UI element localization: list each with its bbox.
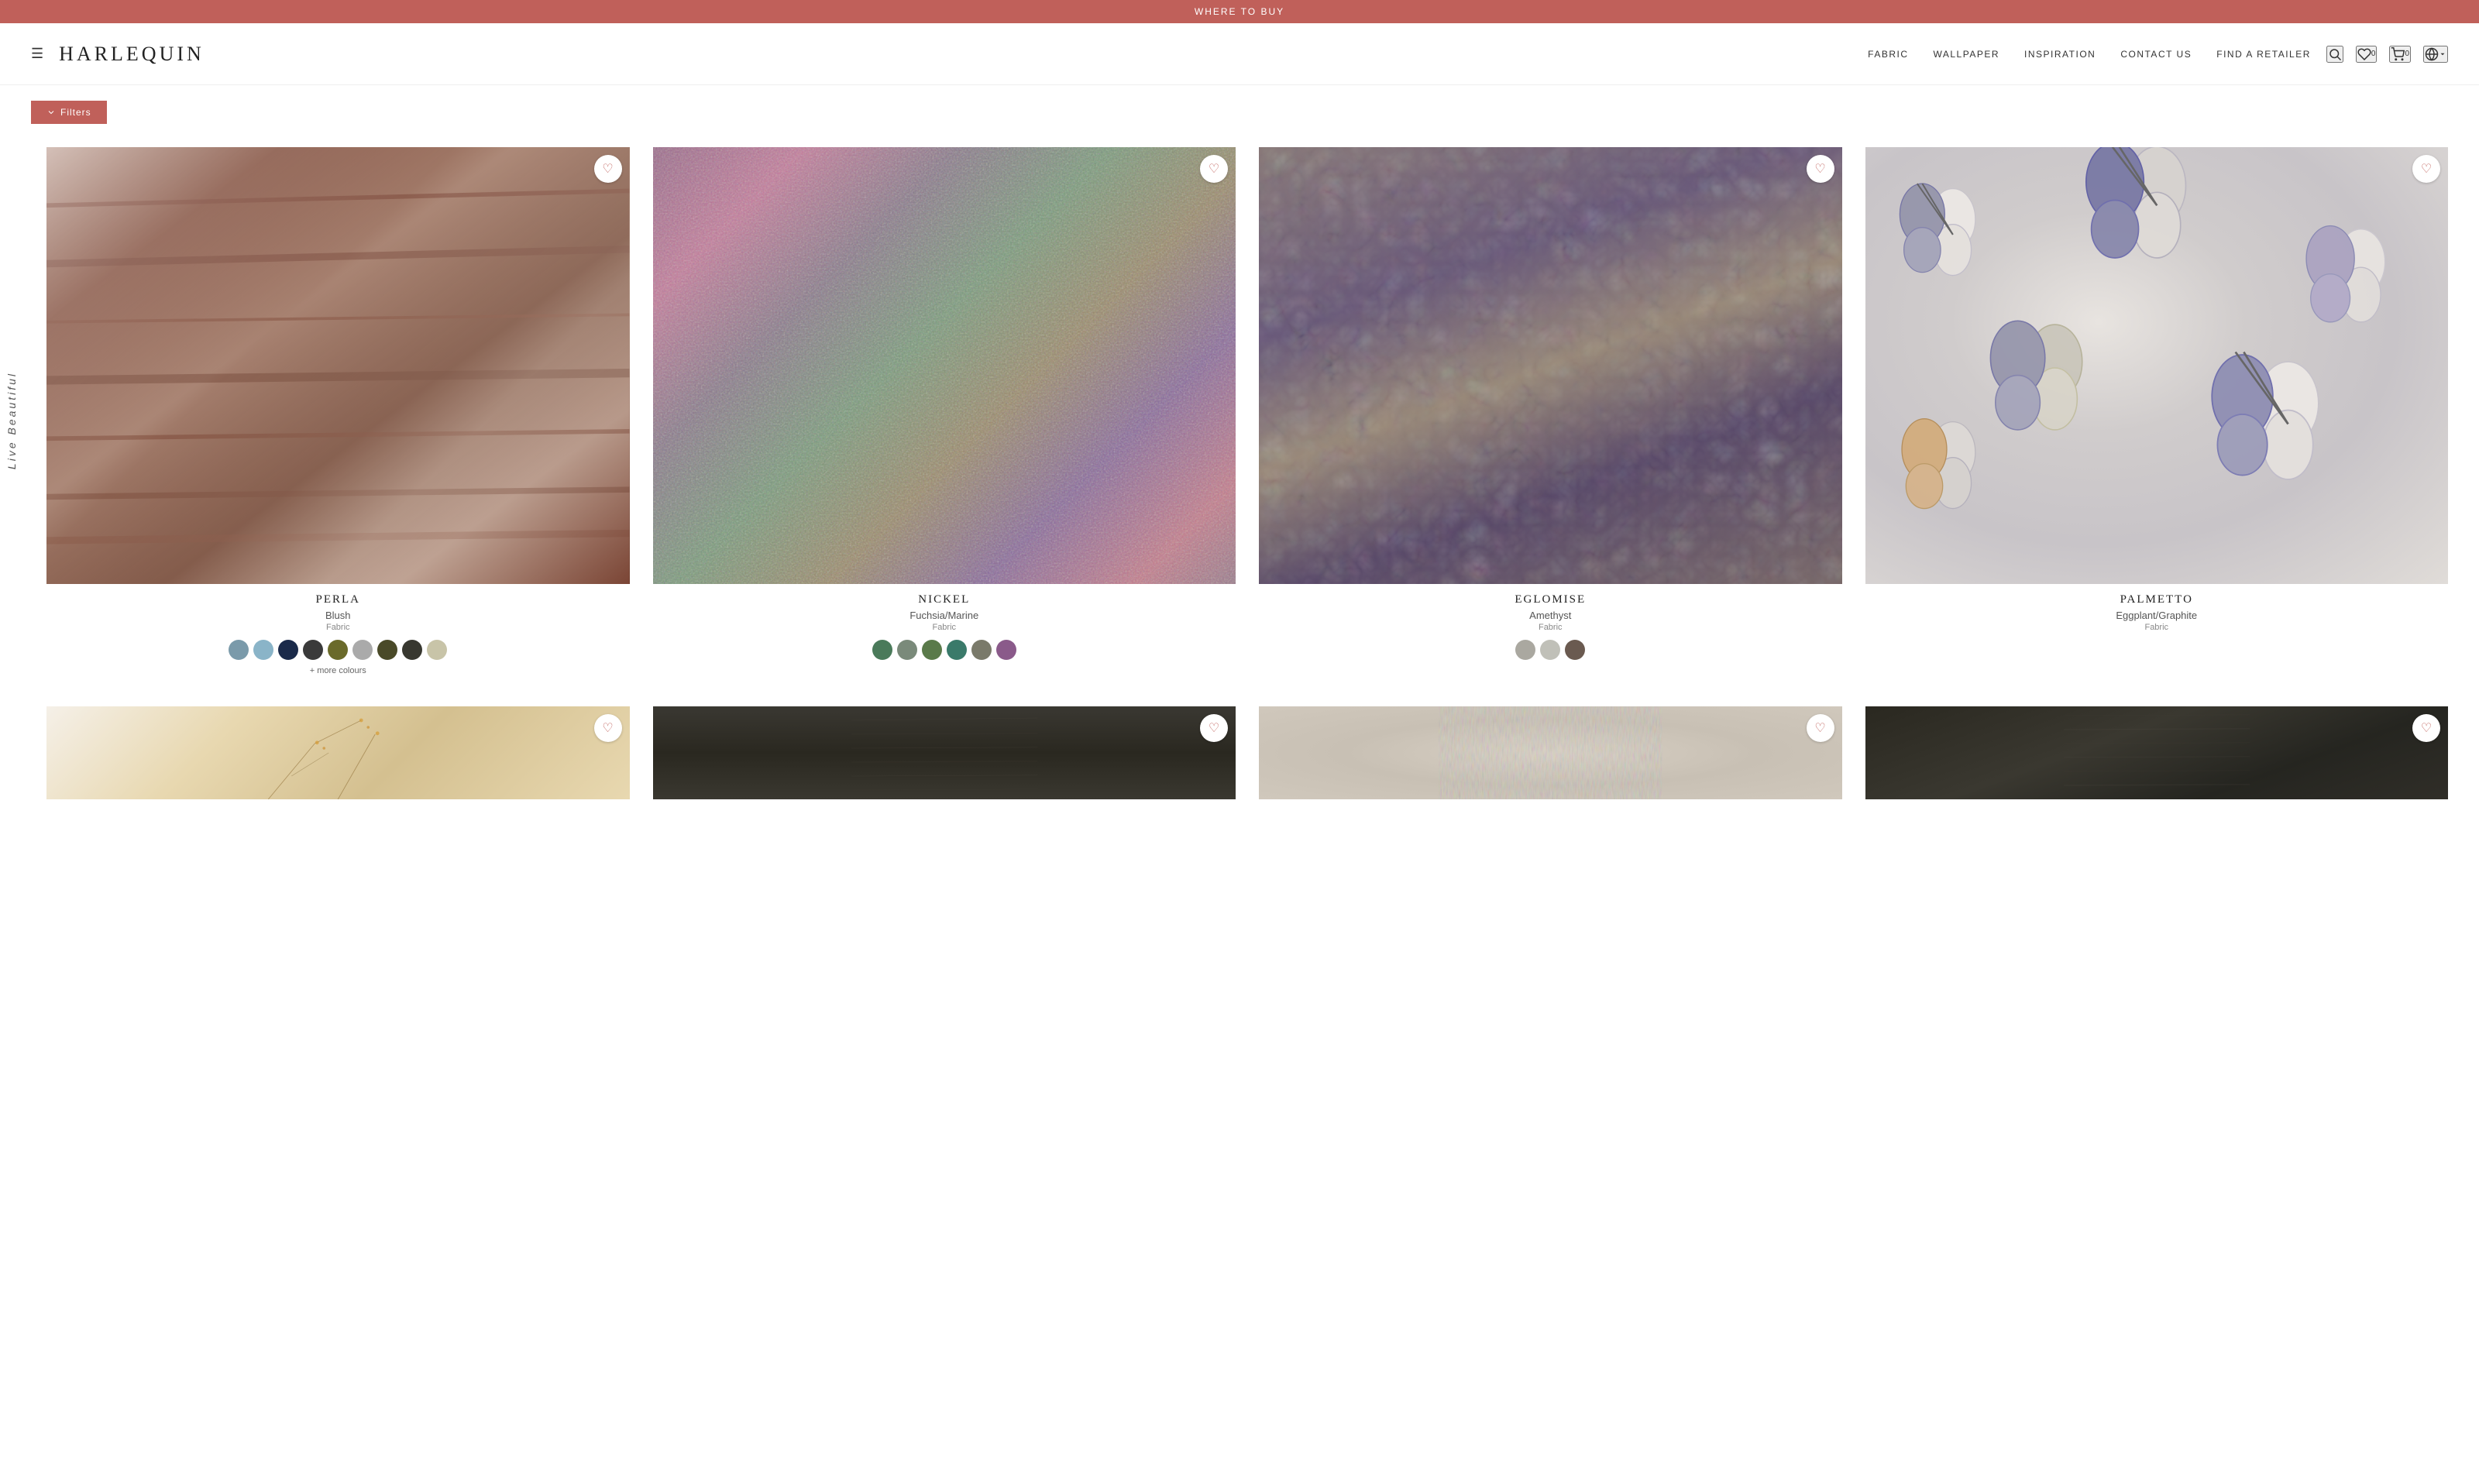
swatch[interactable] xyxy=(947,640,967,660)
swatch[interactable] xyxy=(402,640,422,660)
product-variant-perla: Blush xyxy=(325,610,351,621)
nav-inspiration[interactable]: INSPIRATION xyxy=(2024,49,2096,60)
product-card-perla[interactable]: ♡ PERLA Blush Fabric + more colours xyxy=(46,147,630,675)
swatch[interactable] xyxy=(1515,640,1535,660)
nav-wallpaper[interactable]: WALLPAPER xyxy=(1934,49,2000,60)
product-name-palmetto: PALMETTO xyxy=(2120,593,2193,606)
heart-icon: ♡ xyxy=(602,161,613,177)
wishlist-nickel[interactable]: ♡ xyxy=(1200,155,1228,183)
swatches-nickel xyxy=(872,640,1016,660)
product-image-perla[interactable]: ♡ xyxy=(46,147,630,584)
wishlist-count: 0 xyxy=(2371,50,2376,58)
logo[interactable]: HARLEQUIN xyxy=(59,43,205,66)
product-type-perla: Fabric xyxy=(326,623,350,632)
where-to-buy-link[interactable]: WHERE TO BUY xyxy=(1195,6,1284,17)
product-card-nickel[interactable]: ♡ NICKEL Fuchsia/Marine Fabric xyxy=(653,147,1236,675)
header: ☰ HARLEQUIN FABRIC WALLPAPER INSPIRATION… xyxy=(0,23,2479,85)
wishlist-button[interactable]: 0 xyxy=(2356,46,2378,63)
product-name-nickel: NICKEL xyxy=(918,593,970,606)
product-image-nickel[interactable]: ♡ xyxy=(653,147,1236,584)
vertical-label-wrapper: Live Beautiful xyxy=(0,372,23,469)
product-card-eglomise[interactable]: ♡ EGLOMISE Amethyst Fabric xyxy=(1259,147,1842,675)
more-colors-perla[interactable]: + more colours xyxy=(310,666,366,675)
wishlist-palmetto[interactable]: ♡ xyxy=(2412,155,2440,183)
wishlist-eglomise[interactable]: ♡ xyxy=(1807,155,1834,183)
product-grid: ♡ PERLA Blush Fabric + more colours xyxy=(46,147,2448,809)
product-image-eglomise[interactable]: ♡ xyxy=(1259,147,1842,584)
top-banner[interactable]: WHERE TO BUY xyxy=(0,0,2479,23)
product-type-palmetto: Fabric xyxy=(2144,623,2168,632)
swatch[interactable] xyxy=(253,640,273,660)
product-image-bottom2[interactable]: ♡ xyxy=(653,706,1236,799)
heart-icon: ♡ xyxy=(2421,720,2432,736)
swatch[interactable] xyxy=(1540,640,1560,660)
search-button[interactable] xyxy=(2326,46,2343,63)
swatches-eglomise xyxy=(1515,640,1585,660)
wishlist-bottom3[interactable]: ♡ xyxy=(1807,714,1834,742)
cart-button[interactable]: 0 xyxy=(2389,46,2411,63)
heart-icon: ♡ xyxy=(1814,720,1825,736)
product-variant-nickel: Fuchsia/Marine xyxy=(909,610,978,621)
vertical-label: Live Beautiful xyxy=(5,372,18,469)
swatches-perla xyxy=(229,640,447,660)
product-variant-eglomise: Amethyst xyxy=(1529,610,1571,621)
wishlist-bottom1[interactable]: ♡ xyxy=(594,714,622,742)
swatch[interactable] xyxy=(377,640,397,660)
heart-icon: ♡ xyxy=(1814,161,1825,177)
filters-bar: Filters xyxy=(0,85,2479,139)
product-card-bottom2[interactable]: ♡ xyxy=(653,706,1236,809)
product-type-eglomise: Fabric xyxy=(1539,623,1563,632)
swatch[interactable] xyxy=(897,640,917,660)
swatch[interactable] xyxy=(996,640,1016,660)
product-card-bottom1[interactable]: ♡ xyxy=(46,706,630,809)
swatch[interactable] xyxy=(229,640,249,660)
product-image-bottom1[interactable]: ♡ xyxy=(46,706,630,799)
products-section: Live Beautiful xyxy=(0,139,2479,840)
main-nav: FABRIC WALLPAPER INSPIRATION CONTACT US … xyxy=(1868,49,2311,60)
swatch[interactable] xyxy=(872,640,892,660)
wishlist-perla[interactable]: ♡ xyxy=(594,155,622,183)
heart-icon: ♡ xyxy=(2421,161,2432,177)
header-icons: 0 0 xyxy=(2326,46,2448,63)
hamburger-menu[interactable]: ☰ xyxy=(31,46,43,62)
swatch[interactable] xyxy=(328,640,348,660)
product-name-eglomise: EGLOMISE xyxy=(1515,593,1586,606)
product-card-bottom4[interactable]: ♡ xyxy=(1865,706,2449,809)
nav-contact[interactable]: CONTACT US xyxy=(2120,49,2192,60)
product-image-bottom3[interactable]: ♡ xyxy=(1259,706,1842,799)
product-image-palmetto[interactable]: ♡ xyxy=(1865,147,2449,584)
swatch[interactable] xyxy=(278,640,298,660)
product-name-perla: PERLA xyxy=(315,593,360,606)
swatch[interactable] xyxy=(971,640,992,660)
nav-fabric[interactable]: FABRIC xyxy=(1868,49,1908,60)
nav-find-retailer[interactable]: FIND A RETAILER xyxy=(2216,49,2311,60)
swatch[interactable] xyxy=(303,640,323,660)
swatch[interactable] xyxy=(1565,640,1585,660)
product-image-bottom4[interactable]: ♡ xyxy=(1865,706,2449,799)
heart-icon: ♡ xyxy=(1209,161,1219,177)
product-variant-palmetto: Eggplant/Graphite xyxy=(2116,610,2197,621)
heart-icon: ♡ xyxy=(602,720,613,736)
heart-icon: ♡ xyxy=(1209,720,1219,736)
product-card-bottom3[interactable]: ♡ xyxy=(1259,706,1842,809)
product-card-palmetto[interactable]: ♡ PALMETTO Eggplant/Graphite Fabric xyxy=(1865,147,2449,675)
filters-button[interactable]: Filters xyxy=(31,101,107,124)
locale-button[interactable] xyxy=(2423,46,2448,63)
swatch[interactable] xyxy=(922,640,942,660)
swatch[interactable] xyxy=(352,640,373,660)
product-type-nickel: Fabric xyxy=(932,623,956,632)
cart-count: 0 xyxy=(2405,50,2409,58)
swatch[interactable] xyxy=(427,640,447,660)
